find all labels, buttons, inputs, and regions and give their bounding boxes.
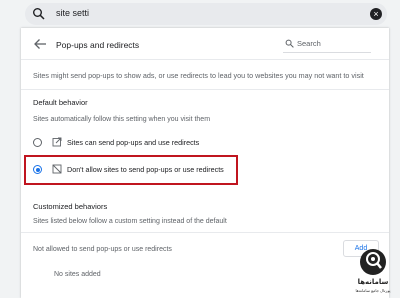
radio-allow-popups[interactable] xyxy=(33,138,42,147)
site-search-box[interactable] xyxy=(283,36,371,53)
open-in-new-icon xyxy=(52,137,62,147)
customized-behaviors-subtext: Sites listed below follow a custom setti… xyxy=(33,218,227,225)
divider xyxy=(21,232,389,233)
watermark-logo: سامانه‌ها پورتال جامع سامانه‌ها xyxy=(346,245,400,298)
search-icon xyxy=(285,39,294,48)
divider xyxy=(21,89,389,90)
clear-search-icon[interactable]: × xyxy=(370,8,382,20)
settings-search-bar[interactable]: site setti × xyxy=(25,3,387,25)
radio-block-popups[interactable] xyxy=(33,165,42,174)
option-block-popups-label[interactable]: Don't allow sites to send pop-ups or use… xyxy=(67,165,224,174)
page-title: Pop-ups and redirects xyxy=(56,40,140,50)
not-allowed-label: Not allowed to send pop-ups or use redir… xyxy=(33,246,172,253)
default-behavior-heading: Default behavior xyxy=(33,98,88,107)
divider xyxy=(21,59,389,60)
settings-panel: Pop-ups and redirects Sites might send p… xyxy=(21,28,389,298)
customized-behaviors-heading: Customized behaviors xyxy=(33,202,108,211)
search-input[interactable]: site setti xyxy=(56,8,89,18)
default-behavior-subtext: Sites automatically follow this setting … xyxy=(33,116,211,123)
block-popup-icon xyxy=(52,164,62,174)
watermark-title: سامانه‌ها xyxy=(357,279,389,286)
option-allow-popups-label[interactable]: Sites can send pop-ups and use redirects xyxy=(67,138,199,147)
empty-list-text: No sites added xyxy=(54,271,101,278)
site-search-input[interactable] xyxy=(297,37,367,49)
watermark-subtitle: پورتال جامع سامانه‌ها xyxy=(355,288,391,293)
back-arrow-icon[interactable] xyxy=(33,38,47,50)
page-description: Sites might send pop-ups to show ads, or… xyxy=(33,71,364,80)
watermark-icon xyxy=(360,249,386,275)
search-icon xyxy=(33,8,45,20)
